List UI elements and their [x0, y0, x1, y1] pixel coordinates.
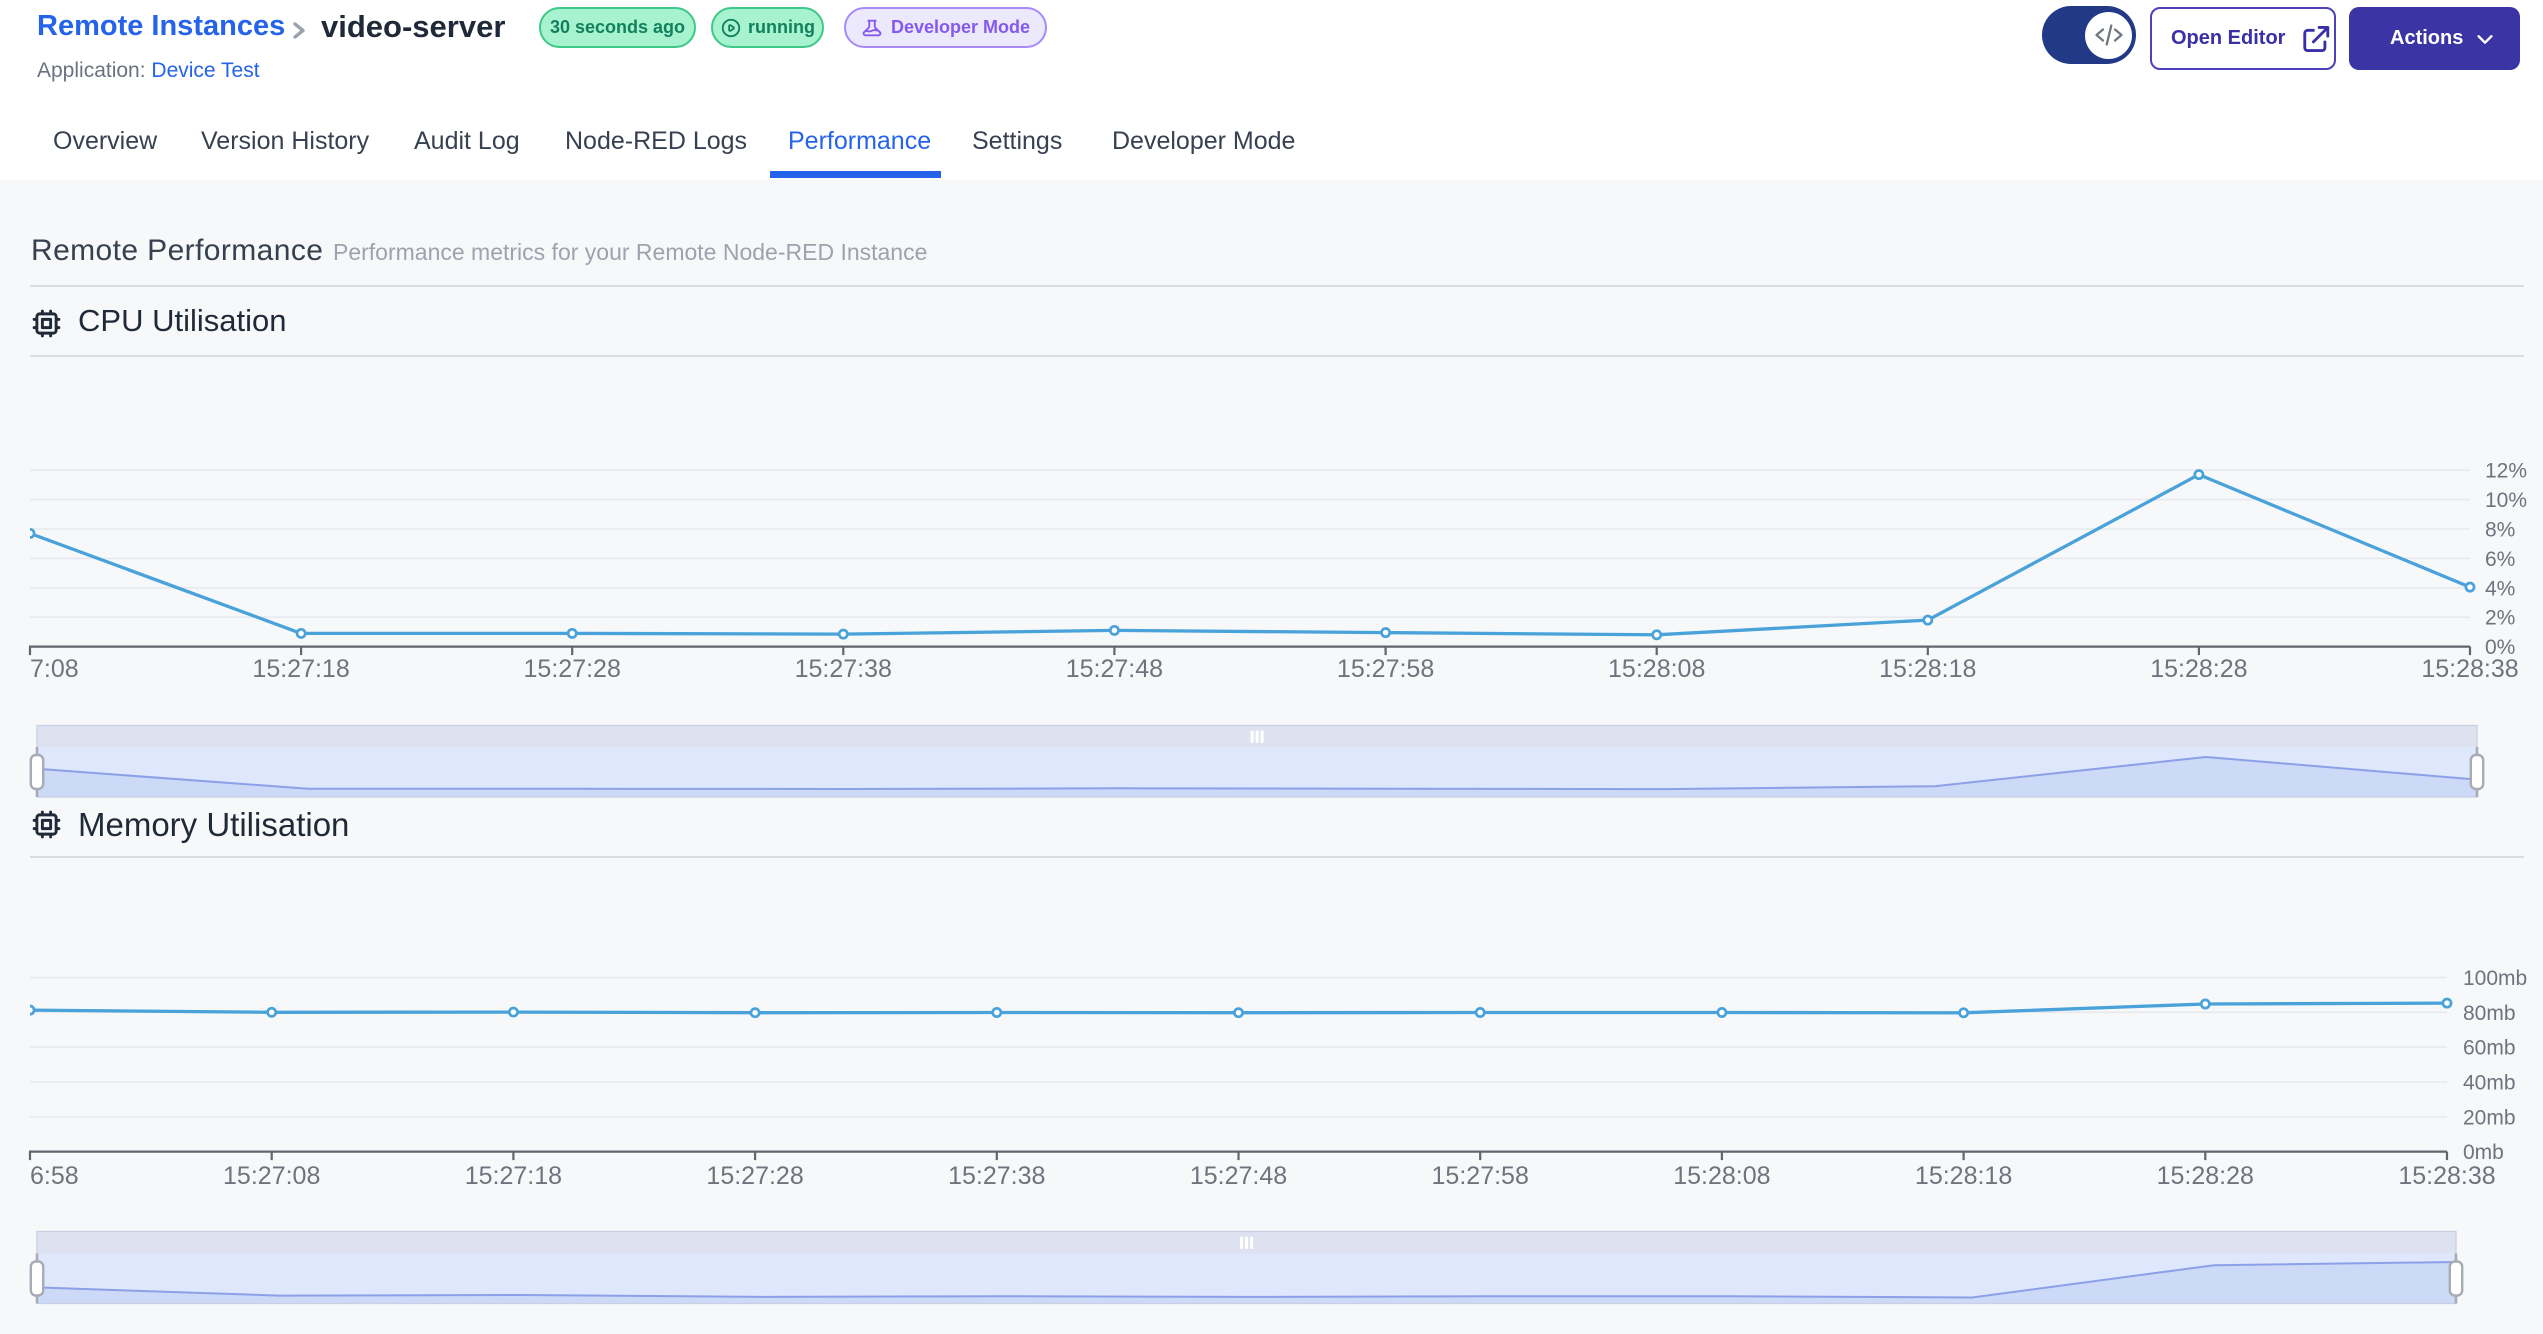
svg-text:20mb: 20mb [2463, 1106, 2516, 1129]
svg-text:15:27:58: 15:27:58 [1432, 1162, 1529, 1190]
svg-text:15:27:08: 15:27:08 [223, 1162, 320, 1190]
svg-text:15:27:18: 15:27:18 [252, 655, 349, 683]
svg-text:15:28:08: 15:28:08 [1608, 655, 1705, 683]
svg-text:40mb: 40mb [2463, 1072, 2516, 1095]
svg-text:15:27:38: 15:27:38 [795, 655, 892, 683]
svg-text:80mb: 80mb [2463, 1002, 2516, 1025]
svg-text:4%: 4% [2485, 577, 2515, 600]
svg-text:100mb: 100mb [2463, 967, 2527, 990]
svg-text:15:28:08: 15:28:08 [1673, 1162, 1770, 1190]
svg-text:15:27:48: 15:27:48 [1190, 1162, 1287, 1190]
svg-text:15:28:18: 15:28:18 [1915, 1162, 2012, 1190]
svg-text:15:28:28: 15:28:28 [2157, 1162, 2254, 1190]
svg-text:15:27:28: 15:27:28 [706, 1162, 803, 1190]
svg-text:15:28:38: 15:28:38 [2398, 1162, 2495, 1190]
svg-text:0mb: 0mb [2463, 1141, 2504, 1164]
svg-text:15:27:18: 15:27:18 [465, 1162, 562, 1190]
svg-text:15:26:58: 15:26:58 [0, 1162, 79, 1190]
svg-text:2%: 2% [2485, 607, 2515, 630]
svg-text:8%: 8% [2485, 519, 2515, 542]
svg-text:15:28:18: 15:28:18 [1879, 655, 1976, 683]
svg-text:6%: 6% [2485, 548, 2515, 571]
svg-text:15:27:28: 15:27:28 [524, 655, 621, 683]
svg-text:60mb: 60mb [2463, 1037, 2516, 1060]
svg-text:15:28:38: 15:28:38 [2421, 655, 2518, 683]
svg-text:15:27:08: 15:27:08 [0, 655, 79, 683]
svg-text:15:28:28: 15:28:28 [2150, 655, 2247, 683]
svg-text:15:27:38: 15:27:38 [948, 1162, 1045, 1190]
svg-text:12%: 12% [2485, 460, 2527, 483]
svg-text:15:27:58: 15:27:58 [1337, 655, 1434, 683]
svg-text:10%: 10% [2485, 489, 2527, 512]
svg-text:15:27:48: 15:27:48 [1066, 655, 1163, 683]
svg-text:0%: 0% [2485, 636, 2515, 659]
